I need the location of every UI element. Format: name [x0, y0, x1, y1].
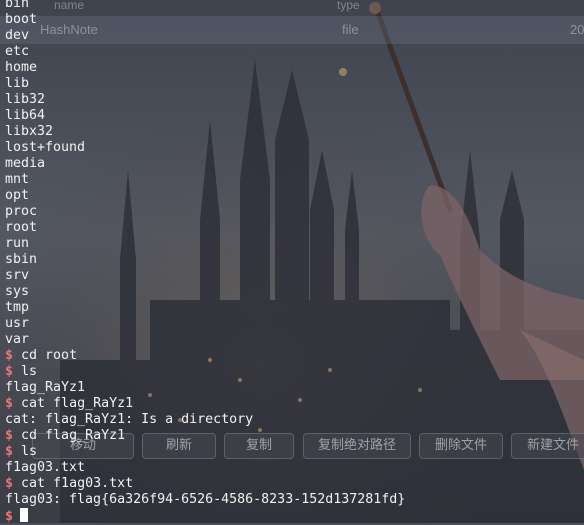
output-text: sbin: [5, 252, 38, 267]
output-text: var: [5, 332, 30, 347]
terminal-output-line: boot: [5, 12, 37, 28]
output-text: root: [5, 220, 38, 235]
prompt-symbol: $: [5, 509, 14, 524]
terminal-output-line: usr: [5, 316, 29, 332]
terminal-command-line: $ ls: [5, 444, 37, 460]
output-text: opt: [5, 188, 30, 203]
command-text: ls: [21, 364, 38, 379]
prompt-symbol: $: [5, 476, 14, 491]
output-text: f1ag03.txt: [5, 460, 86, 475]
output-text: lib64: [5, 108, 46, 123]
terminal-output-line: flag03: flag{6a326f94-6526-4586-8233-152…: [5, 492, 405, 508]
output-text: home: [5, 60, 38, 75]
prompt-symbol: $: [5, 396, 14, 411]
output-text: dev: [5, 28, 30, 43]
command-text: cat f1ag03.txt: [21, 476, 134, 491]
terminal-output-line: run: [5, 236, 29, 252]
output-text: bin: [5, 0, 30, 11]
terminal-output-line: cat: flag_RaYz1: Is a directory: [5, 412, 253, 428]
terminal-command-line: $ cat f1ag03.txt: [5, 476, 133, 492]
output-text: lib: [5, 76, 30, 91]
terminal-output-line: root: [5, 220, 37, 236]
terminal-output-line: tmp: [5, 300, 29, 316]
output-text: flag03: flag{6a326f94-6526-4586-8233-152…: [5, 492, 406, 507]
terminal-output[interactable]: bin boot dev etc home lib lib32 lib64 libx32 lost…: [0, 0, 584, 524]
output-text: tmp: [5, 300, 30, 315]
output-text: proc: [5, 204, 38, 219]
output-text: lost+found: [5, 140, 86, 155]
terminal-command-line: $ ls: [5, 364, 37, 380]
command-text: cat flag_RaYz1: [21, 396, 134, 411]
terminal-output-line: opt: [5, 188, 29, 204]
terminal-command-line: $ cd flag_RaYz1: [5, 428, 125, 444]
output-text: mnt: [5, 172, 30, 187]
terminal-output-line: lib64: [5, 108, 45, 124]
terminal-output-line: proc: [5, 204, 37, 220]
terminal-output-line: flag_RaYz1: [5, 380, 85, 396]
output-text: lib32: [5, 92, 46, 107]
terminal-output-line: sbin: [5, 252, 37, 268]
terminal-output-line: bin: [5, 0, 29, 12]
terminal-output-line: etc: [5, 44, 29, 60]
output-text: boot: [5, 12, 38, 27]
output-text: etc: [5, 44, 30, 59]
output-text: libx32: [5, 124, 54, 139]
terminal-output-line: srv: [5, 268, 29, 284]
terminal-input-line: $: [5, 508, 29, 524]
terminal-output-line: var: [5, 332, 29, 348]
output-text: cat: flag_RaYz1: Is a directory: [5, 412, 254, 427]
prompt-symbol: $: [5, 348, 14, 363]
output-text: sys: [5, 284, 30, 299]
output-text: usr: [5, 316, 30, 331]
terminal-output-line: f1ag03.txt: [5, 460, 85, 476]
terminal-output-line: mnt: [5, 172, 29, 188]
terminal-output-line: lib: [5, 76, 29, 92]
terminal-output-line: media: [5, 156, 45, 172]
command-text: cd flag_RaYz1: [21, 428, 126, 443]
output-text: flag_RaYz1: [5, 380, 86, 395]
prompt-symbol: $: [5, 444, 14, 459]
terminal-output-line: libx32: [5, 124, 53, 140]
terminal-command-line: $ cat flag_RaYz1: [5, 396, 133, 412]
terminal-output-line: dev: [5, 28, 29, 44]
output-text: media: [5, 156, 46, 171]
output-text: srv: [5, 268, 30, 283]
terminal-cursor[interactable]: [20, 508, 29, 522]
terminal-output-line: lost+found: [5, 140, 85, 156]
terminal-output-line: home: [5, 60, 37, 76]
terminal-command-line: $ cd root: [5, 348, 77, 364]
prompt-symbol: $: [5, 428, 14, 443]
prompt-symbol: $: [5, 364, 14, 379]
command-text: cd root: [21, 348, 78, 363]
terminal-output-line: sys: [5, 284, 29, 300]
output-text: run: [5, 236, 30, 251]
command-text: ls: [21, 444, 38, 459]
terminal-output-line: lib32: [5, 92, 45, 108]
